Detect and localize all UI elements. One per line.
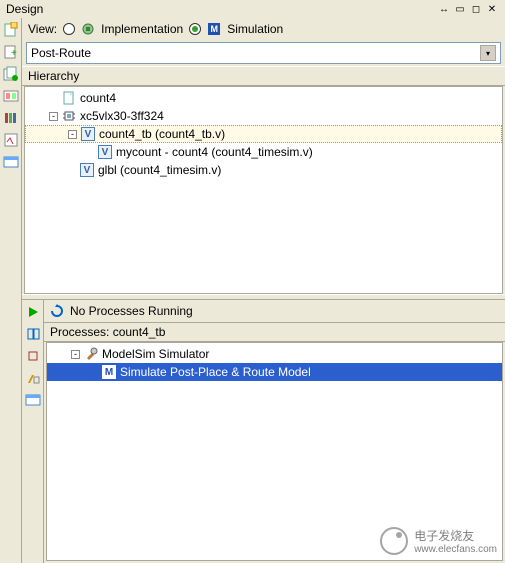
tree-label: count4_tb (count4_tb.v) <box>99 127 225 141</box>
new-source-icon[interactable] <box>3 22 19 38</box>
process-label: ModelSim Simulator <box>102 347 209 361</box>
implementation-label: Implementation <box>101 22 183 36</box>
hierarchy-header: Hierarchy <box>22 66 505 86</box>
processes-header: Processes: count4_tb <box>44 323 505 342</box>
chevron-down-icon[interactable]: ▾ <box>480 45 496 61</box>
radio-implementation[interactable] <box>63 23 75 35</box>
panel-icon[interactable] <box>3 154 19 170</box>
cleanup-icon[interactable] <box>25 370 41 386</box>
expand-toggle[interactable]: - <box>68 130 77 139</box>
processes-header-target: count4_tb <box>113 325 166 339</box>
view-label: View: <box>28 22 57 36</box>
watermark-logo-icon <box>380 527 408 555</box>
expand-toggle[interactable]: - <box>71 350 80 359</box>
close-icon[interactable]: ✕ <box>485 2 499 16</box>
tree-label: xc5vlx30-3ff324 <box>80 109 164 123</box>
v-icon: V <box>97 144 113 160</box>
simulation-icon: M <box>207 22 221 36</box>
process-row[interactable]: MSimulate Post-Place & Route Model <box>47 363 502 381</box>
refresh-icon[interactable] <box>50 304 64 318</box>
main-area: View: Implementation M Simulation Post-R… <box>22 18 505 563</box>
view-selector-row: View: Implementation M Simulation <box>22 18 505 40</box>
tree-row[interactable]: Vglbl (count4_timesim.v) <box>25 161 502 179</box>
panel-titlebar: Design ↔ ▭ ◻ ✕ <box>0 0 505 19</box>
title-controls: ↔ ▭ ◻ ✕ <box>437 2 499 16</box>
dropdown-value: Post-Route <box>31 46 91 60</box>
expand-toggle[interactable]: - <box>49 112 58 121</box>
watermark: 电子发烧友 www.elecfans.com <box>380 527 497 555</box>
tree-row[interactable]: -Vcount4_tb (count4_tb.v) <box>25 125 502 143</box>
maximize-icon[interactable]: ◻ <box>469 2 483 16</box>
implementation-icon <box>81 22 95 36</box>
svg-text:+: + <box>11 48 17 59</box>
sim-phase-dropdown[interactable]: Post-Route ▾ <box>26 42 501 64</box>
processes-area: No Processes Running Processes: count4_t… <box>22 300 505 563</box>
tree-label: count4 <box>80 91 116 105</box>
options-icon[interactable] <box>3 132 19 148</box>
left-toolbar: + <box>0 18 22 563</box>
add-copy-icon[interactable] <box>3 66 19 82</box>
m-icon: M <box>101 364 117 380</box>
process-row[interactable]: - ModelSim Simulator <box>47 345 502 363</box>
hierarchy-tree[interactable]: count4-xc5vlx30-3ff324-Vcount4_tb (count… <box>24 86 503 294</box>
v-icon: V <box>79 162 95 178</box>
run-icon[interactable] <box>25 304 41 320</box>
stop-icon[interactable] <box>25 348 41 364</box>
v-icon: V <box>80 126 96 142</box>
add-source-icon[interactable]: + <box>3 44 19 60</box>
processes-header-prefix: Processes: <box>50 325 113 339</box>
proc-panel-icon[interactable] <box>25 392 41 408</box>
rerun-icon[interactable] <box>25 326 41 342</box>
process-status-row: No Processes Running <box>44 300 505 323</box>
panel-title: Design <box>6 2 43 16</box>
tree-row[interactable]: count4 <box>25 89 502 107</box>
process-label: Simulate Post-Place & Route Model <box>120 365 311 379</box>
process-toolbar <box>22 300 44 563</box>
minimize-icon[interactable]: ▭ <box>453 2 467 16</box>
undock-icon[interactable]: ↔ <box>437 2 451 16</box>
hierarchy-label: Hierarchy <box>28 69 79 83</box>
process-status-text: No Processes Running <box>70 304 193 318</box>
tree-label: mycount - count4 (count4_timesim.v) <box>116 145 313 159</box>
page-icon <box>61 90 77 106</box>
chip-icon <box>61 108 77 124</box>
tree-row[interactable]: - xc5vlx30-3ff324 <box>25 107 502 125</box>
tree-label: glbl (count4_timesim.v) <box>98 163 221 177</box>
sim-setup-icon[interactable] <box>3 88 19 104</box>
radio-simulation[interactable] <box>189 23 201 35</box>
library-icon[interactable] <box>3 110 19 126</box>
process-main: No Processes Running Processes: count4_t… <box>44 300 505 563</box>
watermark-text: 电子发烧友 www.elecfans.com <box>414 527 497 555</box>
tree-row[interactable]: Vmycount - count4 (count4_timesim.v) <box>25 143 502 161</box>
simulation-label: Simulation <box>227 22 283 36</box>
tool-icon <box>83 346 99 362</box>
